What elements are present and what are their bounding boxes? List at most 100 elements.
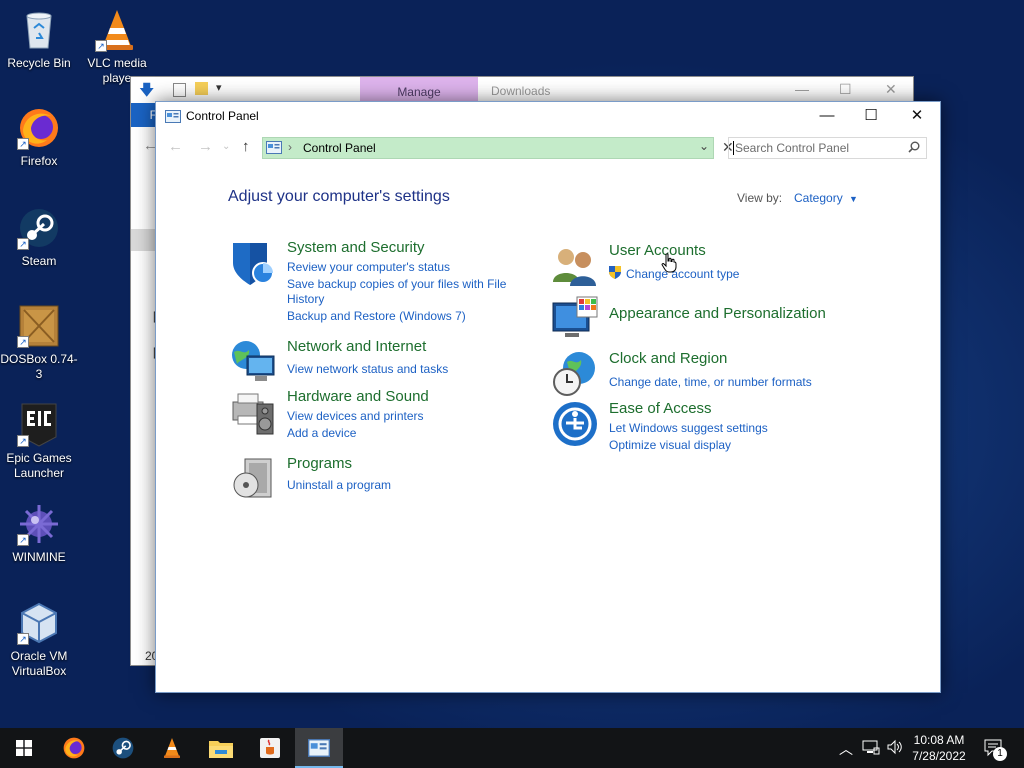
background-window-titlebar: 🡇 ▾ Manage Downloads — ☐ ✕ <box>131 77 913 103</box>
view-by-value: Category <box>794 191 843 205</box>
link-backup-restore[interactable]: Backup and Restore (Windows 7) <box>287 309 466 323</box>
search-input[interactable]: Search Control Panel <box>728 137 927 159</box>
epic-games-icon: ↗ <box>17 403 61 447</box>
ribbon-tab-manage[interactable]: Manage <box>360 77 478 103</box>
desktop-icon-label: Oracle VM VirtualBox <box>10 649 68 678</box>
maximize-button[interactable]: ☐ <box>848 102 894 130</box>
background-nav-selection <box>131 229 157 251</box>
control-panel-icon <box>165 110 181 128</box>
start-button[interactable] <box>0 728 48 768</box>
taskbar-java[interactable] <box>246 728 294 768</box>
uac-shield-icon <box>608 265 622 285</box>
windows-logo-icon <box>16 740 32 756</box>
desktop-icon-recycle-bin[interactable]: Recycle Bin <box>0 8 78 71</box>
category-title[interactable]: Ease of Access <box>609 400 712 417</box>
category-title[interactable]: Clock and Region <box>609 350 727 367</box>
category-title[interactable]: User Accounts <box>609 242 706 259</box>
taskbar-control-panel[interactable] <box>295 728 343 768</box>
navigation-bar: ← → ⌄ ↑ › Control Panel ⌄ ✕ Search Contr… <box>156 134 940 162</box>
category-title[interactable]: Hardware and Sound <box>287 388 429 405</box>
desktop-icon-dosbox[interactable]: ↗ DOSBox 0.74-3 <box>0 304 78 382</box>
recent-locations-chevron-icon[interactable]: ⌄ <box>222 141 230 152</box>
vlc-cone-icon <box>164 738 180 758</box>
virtualbox-cube-icon: ↗ <box>17 601 61 645</box>
category-title[interactable]: System and Security <box>287 239 425 256</box>
quick-access-dropdown-icon: ▾ <box>216 82 222 94</box>
properties-checkbox-icon <box>173 83 186 97</box>
volume-icon[interactable] <box>886 739 904 758</box>
desktop-icon-steam[interactable]: ↗ Steam <box>0 206 78 269</box>
taskbar-vlc[interactable] <box>148 728 196 768</box>
dropdown-arrow-icon: ▼ <box>849 194 858 204</box>
forward-arrow-icon[interactable]: → <box>198 138 213 155</box>
address-bar[interactable]: › Control Panel ⌄ <box>262 137 714 159</box>
notification-count-badge: 1 <box>993 747 1007 761</box>
desktop-icon-label: DOSBox 0.74-3 <box>0 352 78 381</box>
network-globe-icon <box>229 338 277 386</box>
desktop-icon-vlc[interactable]: ↗ VLC media playe <box>78 8 156 86</box>
clock-globe-icon <box>551 350 599 398</box>
desktop-icon-label: Firefox <box>20 154 58 168</box>
network-icon[interactable] <box>862 739 880 758</box>
back-arrow-icon[interactable]: ← <box>168 138 183 155</box>
link-file-history[interactable]: Save backup copies of your files with Fi… <box>287 277 506 291</box>
taskbar-file-explorer[interactable] <box>197 728 245 768</box>
folder-icon <box>195 82 208 95</box>
search-icon[interactable] <box>908 141 920 156</box>
close-button[interactable]: ✕ <box>894 102 940 130</box>
steam-icon: ↗ <box>17 206 61 250</box>
text-caret <box>733 141 734 155</box>
up-arrow-icon[interactable]: ↑ <box>242 138 250 155</box>
window-titlebar[interactable]: Control Panel — ☐ ✕ <box>156 102 940 130</box>
desktop-icon-virtualbox[interactable]: ↗ Oracle VM VirtualBox <box>0 601 78 679</box>
category-title[interactable]: Network and Internet <box>287 338 426 355</box>
desktop-icon-label: Epic Games Launcher <box>6 451 72 480</box>
desktop-icon-label: Recycle Bin <box>7 56 71 70</box>
control-panel-icon <box>266 141 282 159</box>
background-minimize-button[interactable]: — <box>795 81 809 97</box>
view-by-dropdown[interactable]: Category ▼ <box>794 191 858 205</box>
shortcut-arrow-icon: ↗ <box>17 138 29 150</box>
shortcut-arrow-icon: ↗ <box>17 435 29 447</box>
link-review-status[interactable]: Review your computer's status <box>287 260 450 274</box>
link-add-device[interactable]: Add a device <box>287 426 356 440</box>
steam-icon <box>112 737 134 759</box>
link-file-history[interactable]: History <box>287 292 324 306</box>
link-date-time-formats[interactable]: Change date, time, or number formats <box>609 375 812 389</box>
clock-date: 7/28/2022 <box>912 749 966 763</box>
desktop-icon-label: Steam <box>21 254 57 268</box>
link-devices-printers[interactable]: View devices and printers <box>287 409 424 423</box>
desktop-icon-winmine[interactable]: ↗ WINMINE <box>0 502 78 565</box>
link-optimize-visual-display[interactable]: Optimize visual display <box>609 438 731 452</box>
vlc-cone-icon: ↗ <box>95 8 139 52</box>
shortcut-arrow-icon: ↗ <box>95 40 107 52</box>
shortcut-arrow-icon: ↗ <box>17 336 29 348</box>
link-network-status[interactable]: View network status and tasks <box>287 362 448 376</box>
category-title[interactable]: Programs <box>287 455 352 472</box>
hand-cursor-icon <box>661 253 677 278</box>
dosbox-icon: ↗ <box>17 304 61 348</box>
background-maximize-button[interactable]: ☐ <box>839 81 852 98</box>
link-windows-suggest-settings[interactable]: Let Windows suggest settings <box>609 421 768 435</box>
desktop-icon-epic-games[interactable]: ↗ Epic Games Launcher <box>0 403 78 481</box>
background-close-button[interactable]: ✕ <box>885 81 897 98</box>
taskbar-steam[interactable] <box>99 728 147 768</box>
control-panel-window[interactable]: Control Panel — ☐ ✕ ← → ⌄ ↑ › Control Pa… <box>155 101 941 693</box>
search-placeholder: Search Control Panel <box>735 141 850 155</box>
desktop-icon-firefox[interactable]: ↗ Firefox <box>0 106 78 169</box>
address-dropdown-icon[interactable]: ⌄ <box>699 139 709 153</box>
shortcut-arrow-icon: ↗ <box>17 238 29 250</box>
link-change-account-type[interactable]: Change account type <box>626 267 739 281</box>
show-hidden-icons-chevron-icon[interactable]: ︿ <box>839 739 853 759</box>
recycle-bin-icon <box>17 8 61 52</box>
minimize-button[interactable]: — <box>804 102 850 130</box>
breadcrumb-chevron-icon[interactable]: › <box>288 140 292 154</box>
breadcrumb-control-panel[interactable]: Control Panel <box>303 141 376 155</box>
firefox-icon: ↗ <box>17 106 61 150</box>
taskbar-firefox[interactable] <box>50 728 98 768</box>
java-cup-icon <box>260 738 280 758</box>
link-uninstall-program[interactable]: Uninstall a program <box>287 478 391 492</box>
taskbar-clock[interactable]: 10:08 AM 7/28/2022 <box>906 732 972 764</box>
category-title[interactable]: Appearance and Personalization <box>609 305 826 322</box>
window-title: Control Panel <box>186 109 259 123</box>
